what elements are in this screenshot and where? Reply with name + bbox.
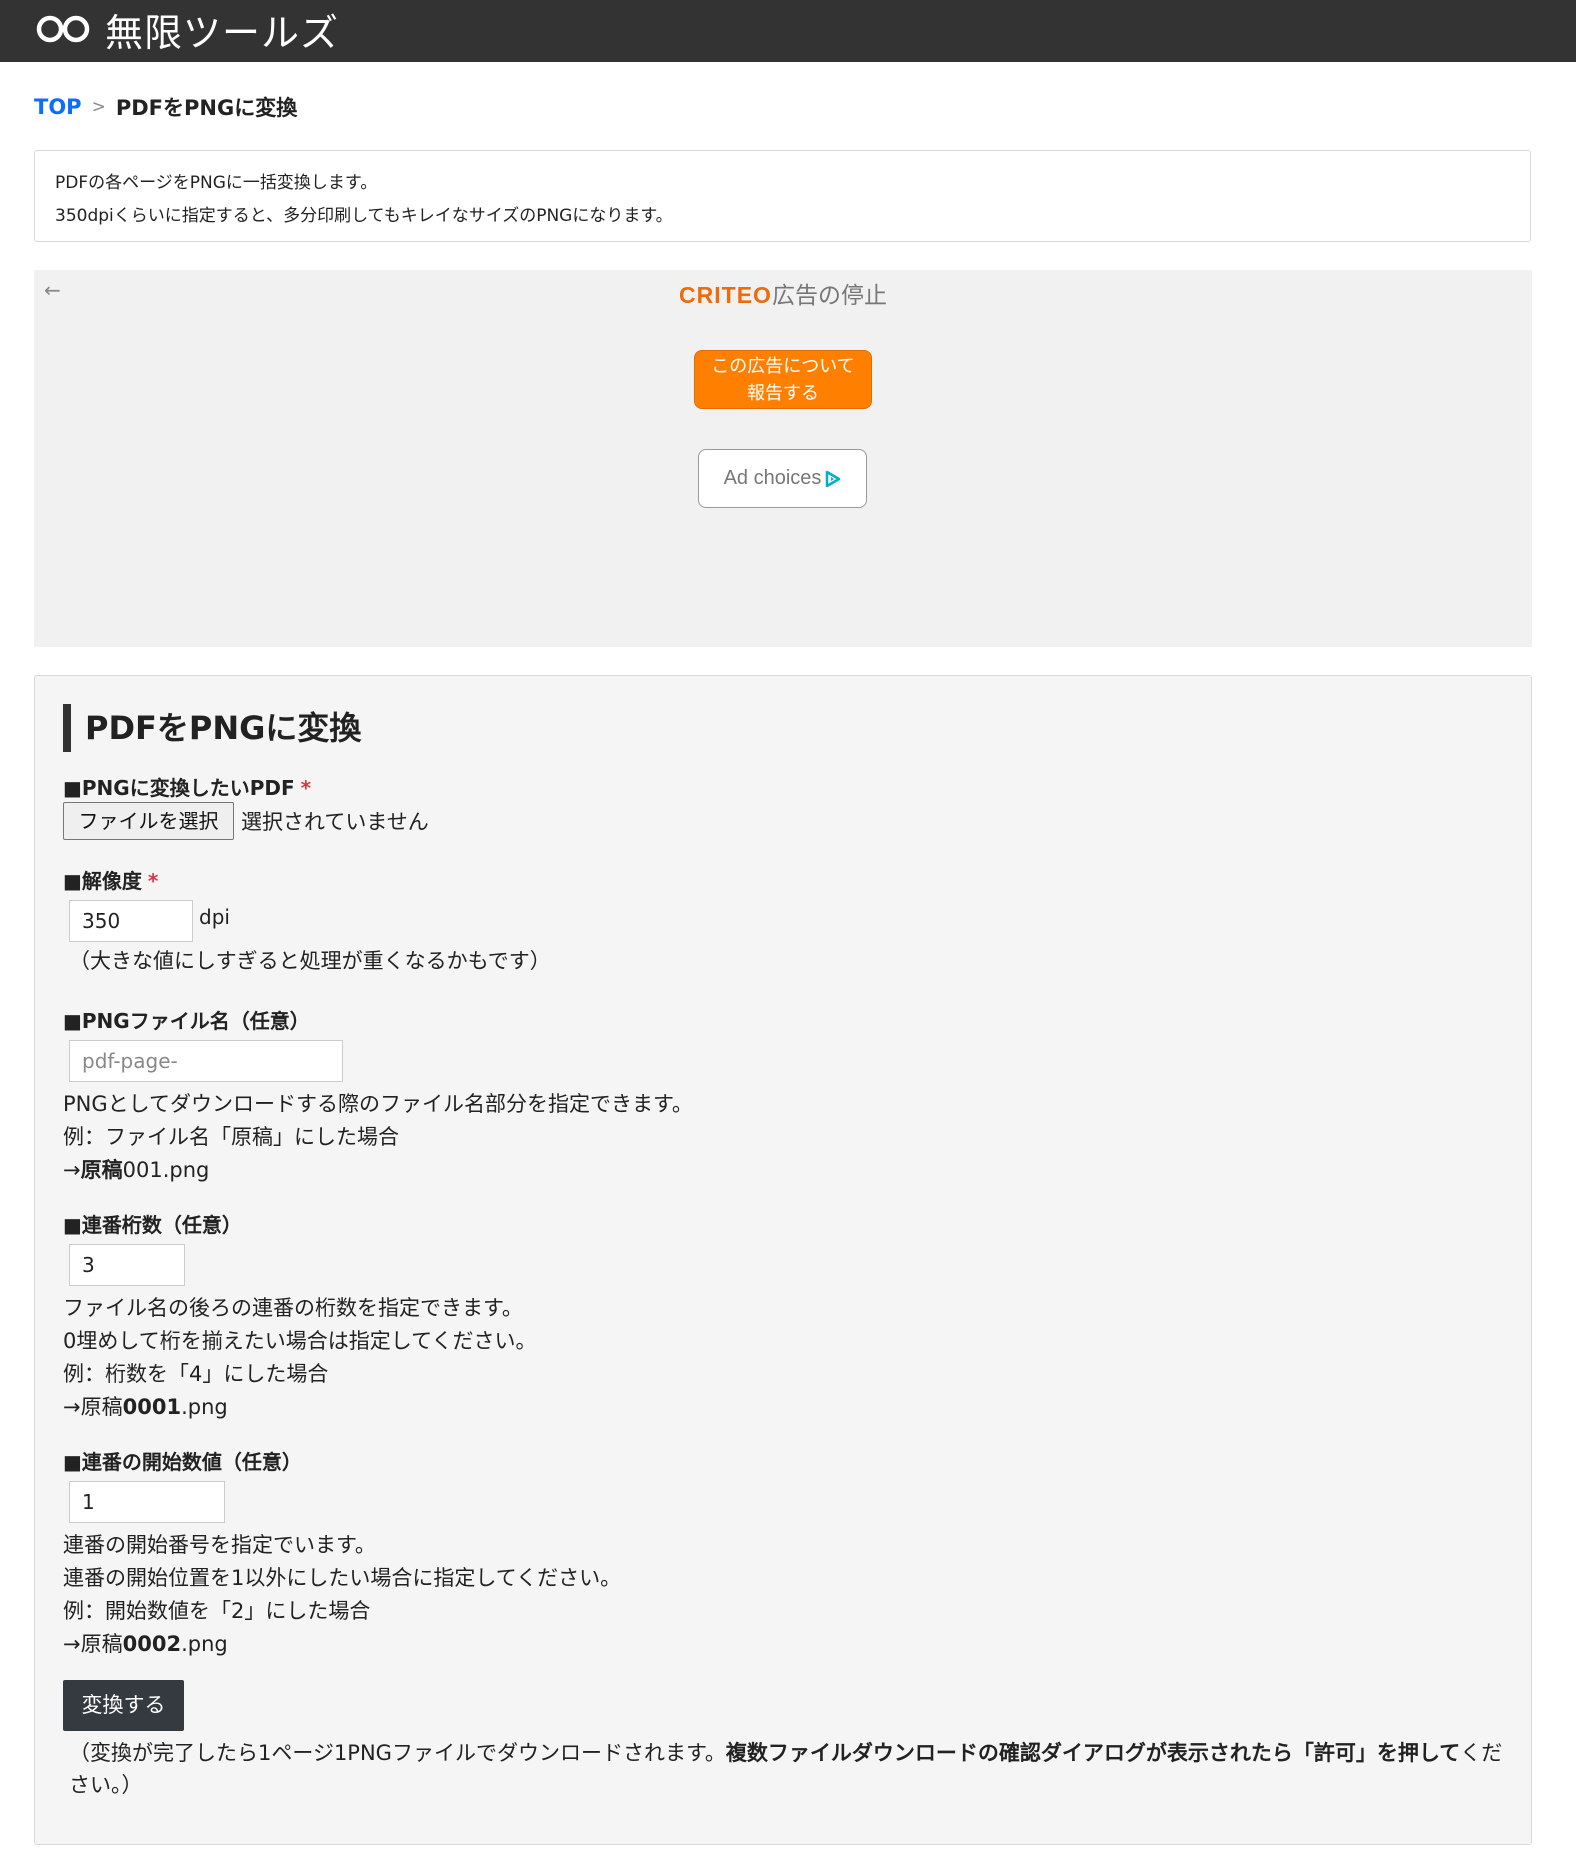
required-mark: * xyxy=(147,869,159,893)
filename-help-line-2: 例：ファイル名「原稿」にした場合 xyxy=(63,1125,399,1149)
ad-report-line-2: 報告する xyxy=(747,383,819,404)
start-help-line-2: 連番の開始位置を1以外にしたい場合に指定してください。 xyxy=(63,1566,622,1590)
digits-label: ■連番桁数（任意） xyxy=(63,1213,242,1237)
resolution-label-text: ■解像度 xyxy=(63,869,142,893)
filename-help-line-1: PNGとしてダウンロードする際のファイル名部分を指定できます。 xyxy=(63,1092,693,1116)
example-pre: →原稿 xyxy=(63,1632,123,1656)
pdf-label: ■PNGに変換したいPDF * xyxy=(63,772,311,801)
convert-button[interactable]: 変換する xyxy=(63,1680,184,1731)
intro-line-1: PDFの各ページをPNGに一括変換します。 xyxy=(55,173,378,193)
filename-help: PNGとしてダウンロードする際のファイル名部分を指定できます。 例：ファイル名「… xyxy=(63,1088,693,1187)
criteo-logo: CRITEO xyxy=(679,282,772,308)
required-mark: * xyxy=(300,776,312,800)
resolution-unit: dpi xyxy=(199,905,230,929)
download-note-pre: （変換が完了したら1ページ1PNGファイルでダウンロードされます。 xyxy=(69,1741,726,1765)
example-bold: 原稿 xyxy=(80,1158,123,1182)
ad-report-button[interactable]: この広告について 報告する xyxy=(694,350,872,409)
ad-stop-label[interactable]: 広告の停止 xyxy=(772,283,887,309)
resolution-label: ■解像度 * xyxy=(63,865,158,894)
example-bold: 0002 xyxy=(122,1632,182,1656)
example-arrow: → xyxy=(63,1158,81,1182)
start-example: →原稿0002.png xyxy=(63,1628,621,1661)
digits-example: →原稿0001.png xyxy=(63,1391,536,1424)
resolution-input[interactable]: 350 xyxy=(69,900,193,942)
digits-help: ファイル名の後ろの連番の桁数を指定できます。 0埋めして桁を揃えたい場合は指定し… xyxy=(63,1292,536,1424)
breadcrumb-current: PDFをPNGに変換 xyxy=(115,96,298,120)
start-label: ■連番の開始数値（任意） xyxy=(63,1450,302,1474)
start-help-line-1: 連番の開始番号を指定でいます。 xyxy=(63,1533,376,1557)
example-bold: 0001 xyxy=(122,1395,182,1419)
breadcrumb-separator: > xyxy=(91,97,106,117)
ad-choices-label: Ad choices xyxy=(723,467,822,489)
digits-input[interactable]: 3 xyxy=(69,1244,185,1286)
site-header: 無限ツールズ xyxy=(0,0,1576,62)
intro-line-2: 350dpiくらいに指定すると、多分印刷してもキレイなサイズのPNGになります。 xyxy=(55,206,673,226)
digits-help-line-3: 例：桁数を「4」にした場合 xyxy=(63,1362,329,1386)
ad-choices-button[interactable]: Ad choices xyxy=(698,449,867,508)
resolution-note: （大きな値にしすぎると処理が重くなるかもです） xyxy=(69,949,551,973)
example-rest: 001.png xyxy=(122,1158,210,1182)
filename-example: →原稿001.png xyxy=(63,1154,693,1187)
ad-report-line-1: この広告について xyxy=(711,356,855,377)
start-help-line-3: 例：開始数値を「2」にした場合 xyxy=(63,1599,371,1623)
download-note: （変換が完了したら1ページ1PNGファイルでダウンロードされます。複数ファイルダ… xyxy=(69,1737,1509,1801)
site-logo[interactable]: 無限ツールズ xyxy=(35,4,340,55)
pdf-label-text: ■PNGに変換したいPDF xyxy=(63,776,295,800)
site-logo-text: 無限ツールズ xyxy=(105,10,340,55)
form-title: PDFをPNGに変換 xyxy=(63,704,361,752)
file-status: 選択されていません xyxy=(241,810,429,834)
download-note-bold: 複数ファイルダウンロードの確認ダイアログが表示されたら「許可」を押して xyxy=(725,1741,1461,1765)
infinity-icon xyxy=(36,15,90,43)
ad-area: ← CRITEO広告の停止 この広告について 報告する Ad choices xyxy=(34,270,1532,647)
filename-label: ■PNGファイル名（任意） xyxy=(63,1009,310,1033)
converter-form: PDFをPNGに変換 ■PNGに変換したいPDF * ファイルを選択 選択されてい… xyxy=(34,675,1532,1845)
intro-box: PDFの各ページをPNGに一括変換します。 350dpiくらいに指定すると、多分… xyxy=(34,150,1531,242)
example-post: .png xyxy=(181,1632,228,1656)
start-help: 連番の開始番号を指定でいます。 連番の開始位置を1以外にしたい場合に指定してくだ… xyxy=(63,1529,621,1661)
breadcrumb: TOP > PDFをPNGに変換 xyxy=(34,92,297,122)
adchoices-icon xyxy=(826,470,841,487)
breadcrumb-top-link[interactable]: TOP xyxy=(34,95,82,119)
file-select-button[interactable]: ファイルを選択 xyxy=(63,802,234,840)
digits-help-line-2: 0埋めして桁を揃えたい場合は指定してください。 xyxy=(63,1329,537,1353)
start-input[interactable]: 1 xyxy=(69,1481,225,1523)
example-post: .png xyxy=(181,1395,228,1419)
example-pre: →原稿 xyxy=(63,1395,123,1419)
ad-header: CRITEO広告の停止 xyxy=(34,276,1532,310)
digits-help-line-1: ファイル名の後ろの連番の桁数を指定できます。 xyxy=(63,1296,523,1320)
filename-input[interactable]: pdf-page- xyxy=(69,1040,343,1082)
